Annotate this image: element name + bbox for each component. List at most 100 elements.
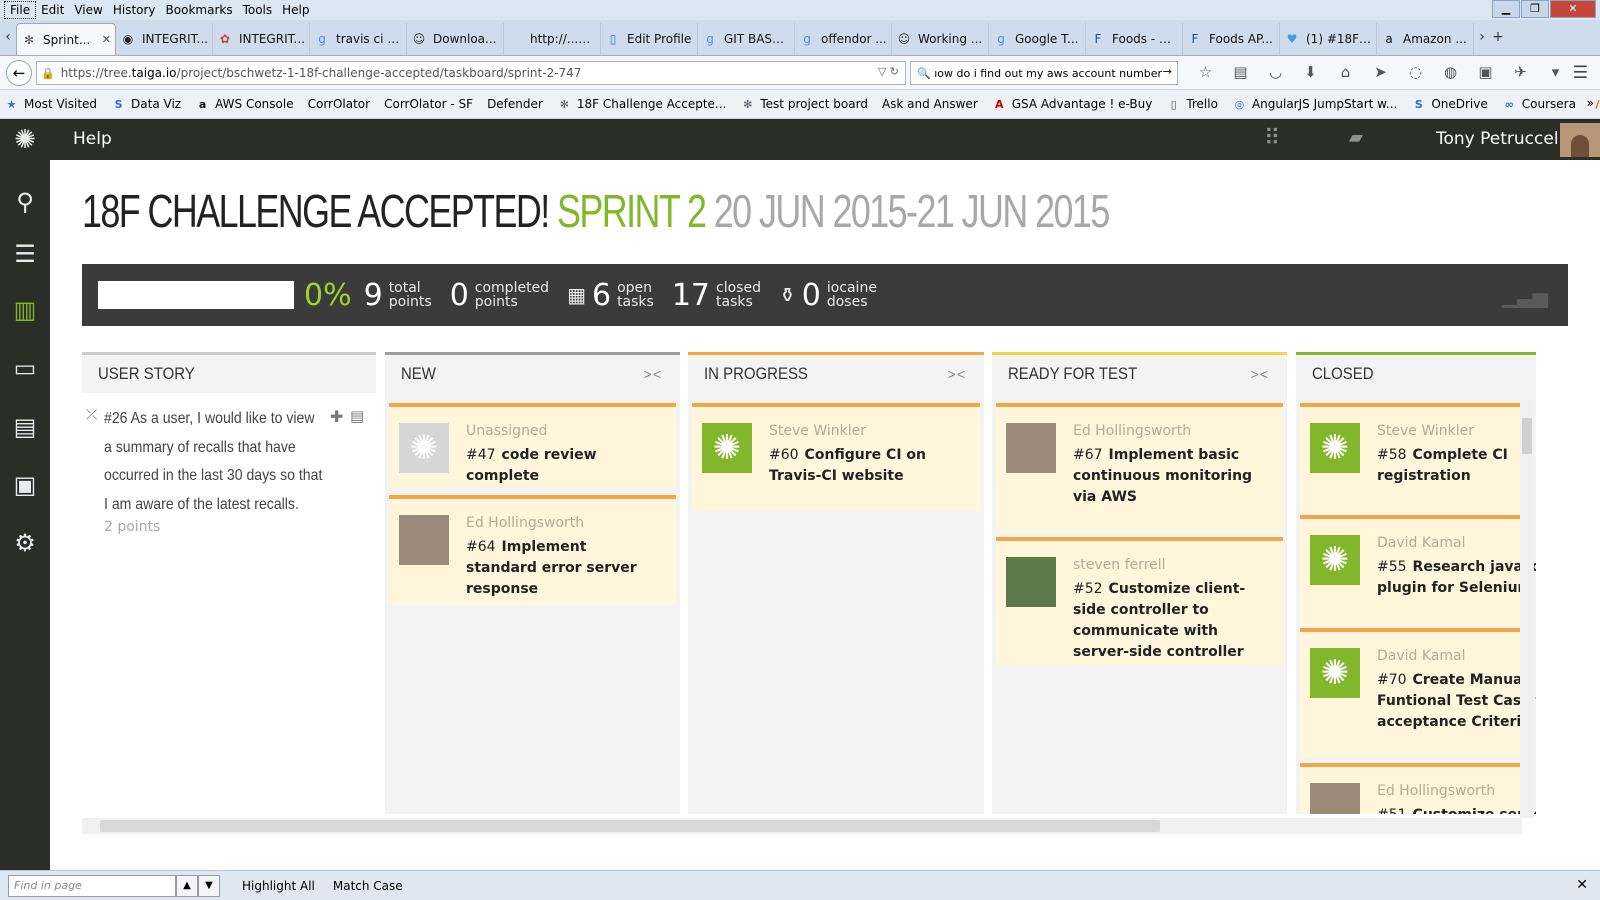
find-next-icon[interactable]: ▼: [198, 874, 220, 897]
url-bar[interactable]: 🔒 https://tree. taiga.io/project/bschwetz…: [36, 61, 906, 85]
hamburger-menu-icon[interactable]: ☰: [1573, 63, 1588, 83]
dropdown-icon[interactable]: ▾: [1538, 63, 1573, 81]
bookmark-item[interactable]: ◎ AngularJS JumpStart w...: [1232, 97, 1398, 112]
help-link[interactable]: Help: [73, 119, 112, 160]
minimize-icon[interactable]: ▁: [1492, 0, 1520, 18]
bookmark-item[interactable]: ▯ Trello: [1166, 97, 1218, 112]
user-avatar[interactable]: [1560, 123, 1600, 157]
task-card[interactable]: ✺ David Kamal #70 Create Manual Funtional T…: [1300, 628, 1536, 758]
assignee-name[interactable]: steven ferrell: [1073, 557, 1166, 573]
assignee-name[interactable]: Steve Winkler: [769, 423, 866, 439]
tab-10[interactable]: g Google T...: [989, 23, 1086, 55]
tab-close-icon[interactable]: ✕: [102, 33, 111, 46]
issues-icon[interactable]: ▭: [0, 348, 50, 388]
bookmark-item[interactable]: ★ Most Visited: [4, 97, 97, 112]
task-card[interactable]: ✺ Steve Winkler #60 Configure CI on Travis-…: [692, 403, 980, 511]
bookmark-item[interactable]: Ask and Answer: [882, 97, 978, 111]
tab-2[interactable]: ✿ INTEGRIT...: [213, 23, 310, 55]
find-input[interactable]: Find in page: [8, 874, 176, 897]
menu-history[interactable]: History: [108, 0, 161, 20]
menu-file[interactable]: File: [4, 1, 37, 19]
send-icon[interactable]: ➤: [1363, 63, 1398, 81]
collapse-icon[interactable]: ⤫: [86, 407, 97, 423]
tab-5[interactable]: http://...3:9000/: [504, 23, 601, 55]
fold-column-icon[interactable]: ><: [644, 366, 662, 382]
assignee-avatar[interactable]: [1006, 423, 1056, 473]
fold-column-icon[interactable]: ><: [948, 366, 966, 382]
add-task-icon[interactable]: ✚: [330, 407, 343, 426]
bookmark-item[interactable]: ∞ Coursera: [1502, 97, 1576, 112]
extension-icon[interactable]: ▣: [1468, 63, 1503, 81]
search-input[interactable]: 🔍 ıow do i find out my aws account numbe…: [910, 61, 1178, 85]
tab-0[interactable]: ✻ Sprint... ✕: [16, 23, 116, 55]
bookmark-item[interactable]: CorrOlator - SF: [384, 97, 473, 111]
bookmark-item[interactable]: CorrOlator: [308, 97, 371, 111]
tab-8[interactable]: g offendor ...: [795, 23, 892, 55]
assignee-name[interactable]: Unassigned: [466, 423, 547, 439]
highlight-all-button[interactable]: Highlight All: [242, 879, 315, 893]
reading-list-icon[interactable]: ▤: [1223, 63, 1258, 81]
task-title[interactable]: #67 Implement basic continuous monitoring…: [1073, 445, 1269, 508]
task-title[interactable]: #60 Configure CI on Travis-CI website: [769, 445, 965, 487]
menu-tools[interactable]: Tools: [238, 0, 278, 20]
task-card[interactable]: ✺ Unassigned #47 code review complete: [389, 403, 676, 489]
assignee-avatar[interactable]: [1006, 557, 1056, 607]
task-title[interactable]: #47 code review complete: [466, 445, 662, 487]
tab-14[interactable]: a Amazon ...: [1377, 23, 1474, 55]
settings-gear-icon[interactable]: ⚙: [0, 523, 50, 563]
bookmark-star-icon[interactable]: ☆: [1188, 63, 1223, 81]
download-icon[interactable]: ⬇: [1293, 63, 1328, 81]
restore-icon[interactable]: ❐: [1521, 0, 1549, 18]
menu-edit[interactable]: Edit: [36, 0, 69, 20]
assignee-name[interactable]: Steve Winkler: [1377, 423, 1474, 439]
task-title[interactable]: #70Create Manual Funtional Test Case for…: [1377, 670, 1536, 733]
bookmarks-overflow-icon[interactable]: »: [1587, 96, 1594, 110]
team-icon[interactable]: ▣: [0, 465, 50, 505]
menu-bookmarks[interactable]: Bookmarks: [161, 0, 238, 20]
task-title[interactable]: #64 Implement standard error server respo…: [466, 537, 662, 600]
wiki-icon[interactable]: ▤: [0, 407, 50, 447]
assignee-avatar[interactable]: ✺: [1310, 648, 1360, 698]
match-case-button[interactable]: Match Case: [333, 879, 403, 893]
find-previous-icon[interactable]: ▲: [176, 874, 198, 897]
notifications-icon[interactable]: ▰: [1349, 127, 1363, 148]
reload-icon[interactable]: ▽ ↻: [878, 65, 899, 78]
tab-1[interactable]: ◉ INTEGRIT...: [116, 23, 213, 55]
pocket-icon[interactable]: ◡: [1258, 63, 1293, 81]
task-title[interactable]: #55Research javascript plugin for Seleni…: [1377, 557, 1536, 599]
bookmark-item[interactable]: ✻ Test project board: [740, 97, 868, 112]
task-title[interactable]: #51 Customize server: [1377, 805, 1536, 814]
assignee-avatar[interactable]: ✺: [1310, 423, 1360, 473]
task-card[interactable]: Ed Hollingsworth #51 Customize server: [1300, 763, 1536, 814]
assignee-avatar[interactable]: ✺: [702, 423, 752, 473]
burndown-chart-icon[interactable]: ▁▃▅: [1502, 284, 1548, 308]
task-title[interactable]: #52 Customize client-side controller to c…: [1073, 579, 1269, 663]
new-tab-icon[interactable]: +: [1490, 19, 1506, 55]
task-card[interactable]: Ed Hollingsworth #64 Implement standard er…: [389, 495, 676, 605]
scrollbar-thumb[interactable]: [100, 820, 1160, 832]
assignee-name[interactable]: David Kamal: [1377, 648, 1466, 664]
home-icon[interactable]: ⌂: [1328, 63, 1363, 81]
globe-icon[interactable]: ◍: [1433, 63, 1468, 81]
addon-icon[interactable]: ✈: [1503, 63, 1538, 81]
tab-9[interactable]: ☺ Working ...: [892, 23, 989, 55]
task-card[interactable]: ✺ Steve Winkler #58 Complete CI registratio…: [1300, 403, 1532, 513]
assignee-name[interactable]: Ed Hollingsworth: [466, 515, 584, 531]
assignee-name[interactable]: Ed Hollingsworth: [1073, 423, 1191, 439]
fold-column-icon[interactable]: ><: [1251, 366, 1269, 382]
taskboard-icon[interactable]: ▥: [0, 290, 50, 330]
bulk-add-icon[interactable]: ▤: [350, 407, 364, 425]
search-icon[interactable]: ⚲: [0, 182, 50, 222]
window-close-icon[interactable]: ✕: [1550, 0, 1596, 18]
bookmark-item[interactable]: Defender: [487, 97, 543, 111]
tab-12[interactable]: F Foods AP...: [1183, 23, 1280, 55]
assignee-avatar[interactable]: [1310, 783, 1360, 814]
menu-view[interactable]: View: [69, 0, 107, 20]
horizontal-scrollbar[interactable]: [82, 818, 1522, 834]
assignee-name[interactable]: David Kamal: [1377, 535, 1466, 551]
bookmark-item[interactable]: S OneDrive: [1411, 97, 1488, 112]
scrollbar-thumb[interactable]: [1522, 418, 1532, 454]
task-card[interactable]: ✺ David Kamal #55Research javascript plugi…: [1300, 515, 1536, 625]
tab-scroll-right-icon[interactable]: ›: [1474, 19, 1490, 55]
find-close-icon[interactable]: ✕: [1576, 877, 1588, 893]
